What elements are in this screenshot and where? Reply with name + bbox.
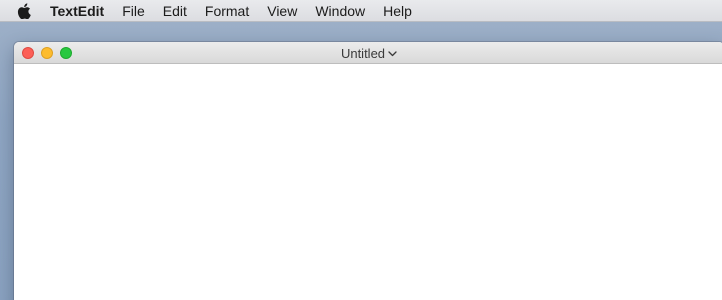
menu-app-textedit[interactable]: TextEdit	[50, 0, 104, 22]
title-bar[interactable]: Untitled	[14, 42, 722, 64]
apple-logo-svg	[17, 2, 31, 19]
menu-file[interactable]: File	[122, 0, 145, 22]
desktop: TextEdit File Edit Format View Window He…	[0, 0, 722, 300]
menu-help[interactable]: Help	[383, 0, 412, 22]
window-title-menu[interactable]: Untitled	[14, 42, 722, 64]
menu-format[interactable]: Format	[205, 0, 249, 22]
menu-edit[interactable]: Edit	[163, 0, 187, 22]
menu-view[interactable]: View	[267, 0, 297, 22]
window-title: Untitled	[340, 45, 386, 61]
menu-window[interactable]: Window	[315, 0, 365, 22]
textedit-window: Untitled	[14, 42, 722, 300]
document-text-area[interactable]	[14, 64, 722, 300]
apple-logo-icon[interactable]	[16, 2, 32, 19]
chevron-down-icon	[388, 49, 397, 58]
menu-bar: TextEdit File Edit Format View Window He…	[0, 0, 722, 22]
